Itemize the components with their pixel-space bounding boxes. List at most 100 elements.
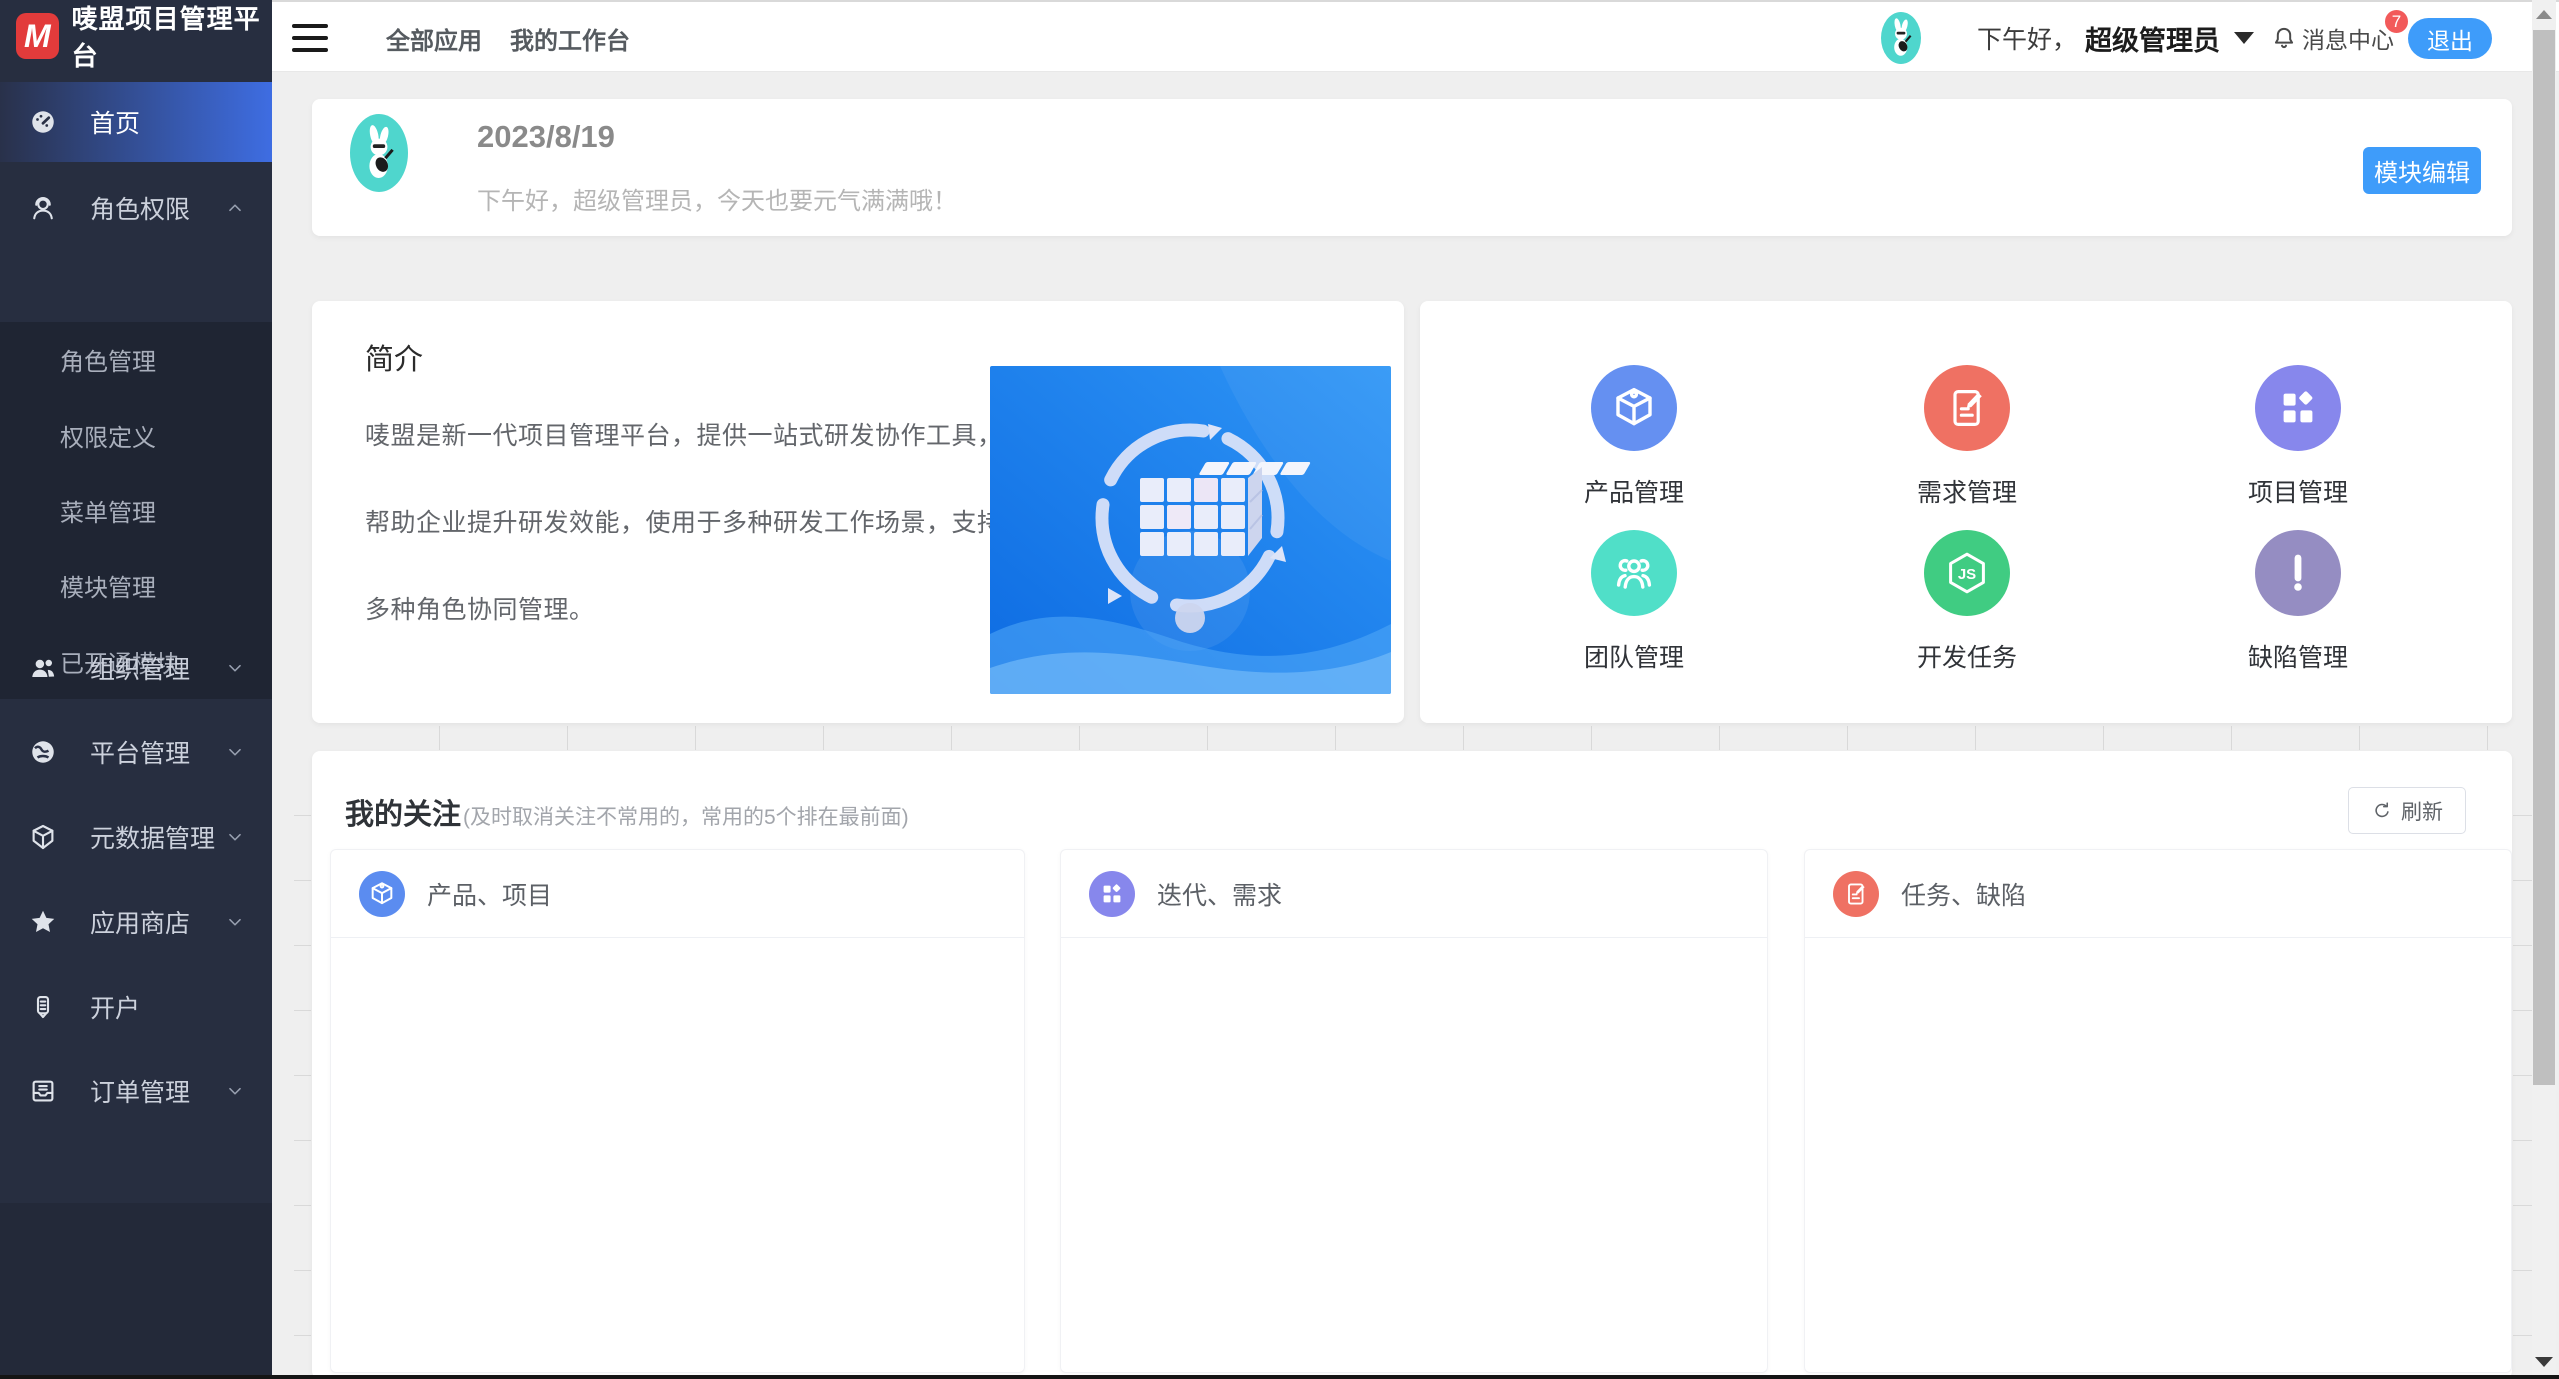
welcome-avatar [350, 114, 408, 192]
sidebar-item-app-store[interactable]: 应用商店 [0, 882, 272, 962]
cube-icon [1610, 384, 1658, 432]
module-project-management[interactable]: 项目管理 [2218, 365, 2378, 509]
chevron-down-icon [2234, 32, 2254, 44]
sidebar-item-order-management[interactable]: 订单管理 [0, 1051, 272, 1131]
follow-card-header: 迭代、需求 [1061, 850, 1767, 938]
sidebar-item-org-management[interactable]: 组织管理 [0, 628, 272, 708]
grid-ruler-horizontal [312, 726, 2512, 750]
nav-my-workbench[interactable]: 我的工作台 [510, 2, 630, 74]
module-circle [2255, 365, 2341, 451]
module-requirement-management[interactable]: 需求管理 [1887, 365, 2047, 509]
follow-card-task-defect[interactable]: 任务、缺陷 [1804, 849, 2512, 1373]
orders-inbox-icon [28, 1076, 58, 1106]
svg-text:JS: JS [1958, 566, 1976, 583]
bottom-edge-line [0, 1375, 2559, 1379]
module-edit-button[interactable]: 模块编辑 [2363, 147, 2481, 194]
follow-card-title: 产品、项目 [427, 876, 552, 912]
badge-icon [28, 992, 58, 1022]
module-circle: JS [1924, 530, 2010, 616]
card-circle [1833, 871, 1879, 917]
module-team-management[interactable]: 团队管理 [1554, 530, 1714, 674]
sidebar-item-label: 元数据管理 [90, 819, 215, 855]
sidebar-item-label: 订单管理 [90, 1073, 190, 1109]
sidebar-item-platform-management[interactable]: 平台管理 [0, 712, 272, 792]
welcome-date: 2023/8/19 [477, 119, 615, 155]
follow-card-title: 任务、缺陷 [1901, 876, 2026, 912]
follow-card-header: 任务、缺陷 [1805, 850, 2511, 938]
scrollbar-thumb[interactable] [2533, 30, 2555, 1085]
logout-button[interactable]: 退出 [2408, 18, 2492, 59]
cube-icon [368, 880, 396, 908]
greeting-username: 超级管理员 [2085, 19, 2220, 58]
follow-card-header: 产品、项目 [331, 850, 1024, 938]
intro-panel: 简介 唛盟是新一代项目管理平台，提供一站式研发协作工具，帮助企业提升研发效能，使… [312, 301, 1404, 723]
intro-title: 简介 [365, 336, 423, 378]
card-circle [1089, 871, 1135, 917]
star-icon [28, 907, 58, 937]
module-circle [2255, 530, 2341, 616]
app-root: M 唛盟项目管理平台 全部应用 我的工作台 下午好， 超级管理员 [0, 0, 2559, 1379]
chevron-down-icon [224, 911, 246, 933]
rabbit-avatar-icon [1884, 15, 1918, 61]
nav-all-apps[interactable]: 全部应用 [386, 2, 482, 74]
module-label: 项目管理 [2218, 473, 2378, 509]
module-label: 产品管理 [1554, 473, 1714, 509]
blocks-icon [1098, 880, 1126, 908]
sidebar-item-open-account[interactable]: 开户 [0, 967, 272, 1047]
dashboard-icon [28, 107, 58, 137]
rabbit-avatar-icon [355, 120, 403, 186]
refresh-button[interactable]: 刷新 [2348, 787, 2466, 834]
message-count-badge: 7 [2383, 8, 2410, 35]
my-follow-panel: 我的关注 (及时取消关注不常用的，常用的5个排在最前面) 刷新 产品、项目 [312, 751, 2512, 1379]
module-circle [1591, 365, 1677, 451]
module-circle [1591, 530, 1677, 616]
modules-panel: 产品管理 需求管理 [1420, 301, 2512, 723]
sidebar-item-metadata-management[interactable]: 元数据管理 [0, 797, 272, 877]
sidebar-item-label: 角色权限 [90, 190, 190, 226]
sidebar-subitem-menu-management[interactable]: 菜单管理 [0, 473, 272, 548]
module-product-management[interactable]: 产品管理 [1554, 365, 1714, 509]
refresh-icon [2371, 800, 2393, 822]
module-label: 需求管理 [1887, 473, 2047, 509]
vertical-scrollbar[interactable] [2532, 0, 2556, 1379]
team-icon [1610, 549, 1658, 597]
chevron-up-icon [224, 197, 246, 219]
welcome-panel: 2023/8/19 下午好，超级管理员，今天也要元气满满哦！ 模块编辑 [312, 99, 2512, 236]
chevron-down-icon [224, 741, 246, 763]
sidebar-subitem-module-management[interactable]: 模块管理 [0, 548, 272, 623]
doc-edit-icon [1842, 880, 1870, 908]
follow-header: 我的关注 (及时取消关注不常用的，常用的5个排在最前面) [345, 791, 909, 833]
sidebar-item-label: 首页 [90, 104, 140, 140]
chevron-down-icon [224, 826, 246, 848]
module-dev-tasks[interactable]: JS 开发任务 [1887, 530, 2047, 674]
sidebar-item-label: 平台管理 [90, 734, 190, 770]
chevron-down-icon [224, 657, 246, 679]
exclamation-icon [2274, 549, 2322, 597]
sidebar-item-label: 组织管理 [90, 650, 190, 686]
sidebar-subitem-role-management[interactable]: 角色管理 [0, 322, 272, 397]
sidebar-item-role-permission[interactable]: 角色权限 [0, 168, 272, 248]
message-center-button[interactable]: 消息中心 7 [2270, 2, 2394, 74]
follow-card-product-project[interactable]: 产品、项目 [330, 849, 1025, 1373]
module-defect-management[interactable]: 缺陷管理 [2218, 530, 2378, 674]
follow-card-iteration-requirement[interactable]: 迭代、需求 [1060, 849, 1768, 1373]
sidebar-bottom-fill [0, 1203, 272, 1379]
app-title: 唛盟项目管理平台 [72, 0, 272, 73]
logo-block: M 唛盟项目管理平台 [0, 0, 272, 72]
scroll-down-arrow-icon[interactable] [2532, 1349, 2556, 1375]
follow-subtitle: (及时取消关注不常用的，常用的5个排在最前面) [463, 801, 909, 831]
welcome-greeting: 下午好，超级管理员，今天也要元气满满哦！ [477, 181, 957, 216]
hamburger-menu-icon[interactable] [292, 24, 328, 52]
chevron-down-icon [224, 1080, 246, 1102]
scroll-up-arrow-icon[interactable] [2532, 0, 2556, 28]
follow-title: 我的关注 [345, 791, 461, 833]
sidebar-item-home[interactable]: 首页 [0, 82, 272, 162]
doc-edit-icon [1943, 384, 1991, 432]
greeting-dropdown[interactable]: 下午好， 超级管理员 [1977, 2, 2254, 74]
bell-icon [2270, 24, 2298, 52]
user-avatar[interactable] [1881, 12, 1921, 64]
sidebar-subitem-permission-definition[interactable]: 权限定义 [0, 397, 272, 472]
role-headset-icon [28, 193, 58, 223]
message-center-label: 消息中心 [2302, 21, 2394, 55]
users-icon [28, 653, 58, 683]
